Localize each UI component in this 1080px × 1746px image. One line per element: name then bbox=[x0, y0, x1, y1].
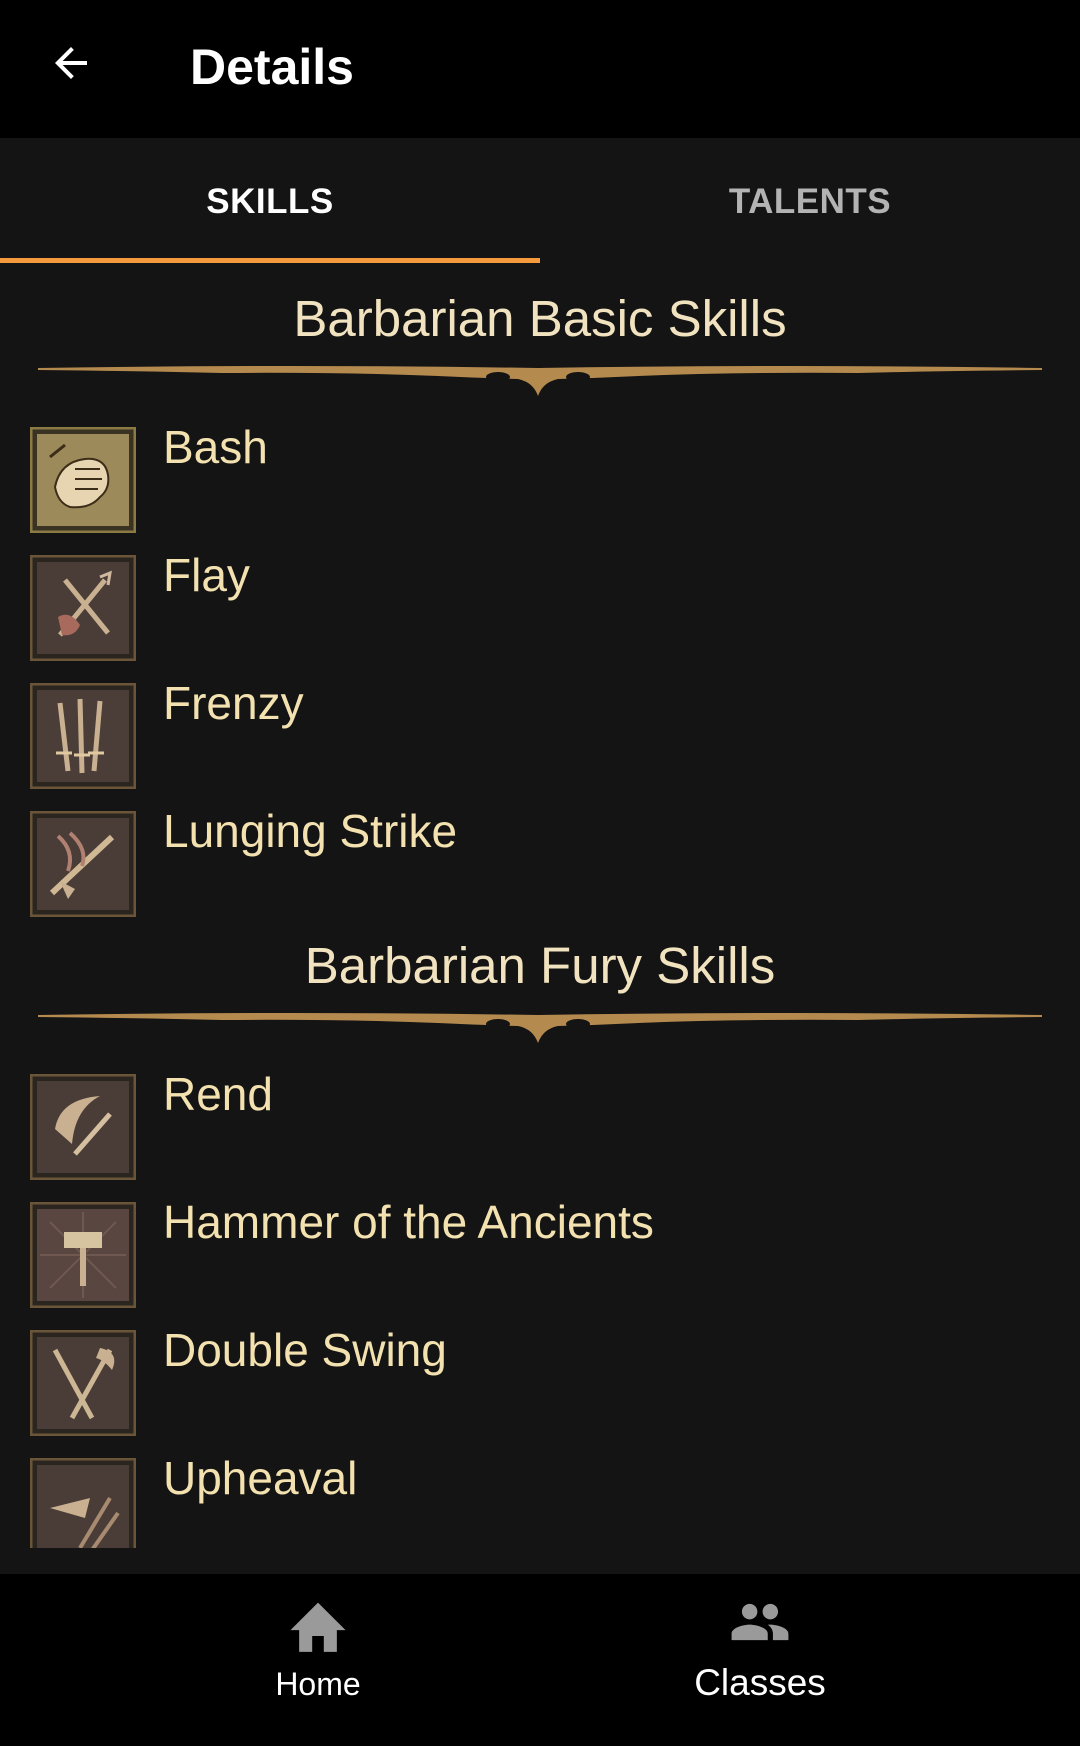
skill-name: Upheaval bbox=[163, 1452, 358, 1504]
active-tab-indicator bbox=[0, 258, 540, 263]
home-icon bbox=[290, 1602, 346, 1652]
skill-row-rend[interactable]: Rend bbox=[0, 1058, 1080, 1186]
frenzy-icon bbox=[30, 683, 136, 789]
double-swing-icon bbox=[30, 1330, 136, 1436]
section-title: Barbarian Fury Skills bbox=[304, 937, 776, 994]
nav-label: Classes bbox=[694, 1662, 826, 1703]
people-icon bbox=[731, 1603, 789, 1641]
skill-name: Flay bbox=[163, 549, 250, 601]
skill-row-lunging-strike[interactable]: Lunging Strike bbox=[0, 795, 1080, 923]
skill-row-double-swing[interactable]: Double Swing bbox=[0, 1314, 1080, 1442]
tab-skills[interactable]: SKILLS bbox=[0, 138, 540, 266]
skill-name: Hammer of the Ancients bbox=[163, 1196, 654, 1248]
skill-name: Lunging Strike bbox=[163, 805, 458, 857]
arrow-back-icon bbox=[55, 47, 87, 79]
skill-row-hammer-of-the-ancients[interactable]: Hammer of the Ancients bbox=[0, 1186, 1080, 1314]
section-header-fury: Barbarian Fury Skills bbox=[0, 913, 1080, 1043]
page-title: Details bbox=[190, 39, 354, 95]
skills-list[interactable]: Barbarian Basic Skills Bash Flay Frenzy … bbox=[0, 266, 1080, 1548]
upheaval-icon bbox=[30, 1458, 136, 1548]
lunging-strike-icon bbox=[30, 811, 136, 917]
skill-name: Double Swing bbox=[163, 1324, 447, 1376]
tab-talents[interactable]: TALENTS bbox=[540, 138, 1080, 266]
hammer-icon bbox=[30, 1202, 136, 1308]
fist-icon bbox=[30, 427, 136, 533]
back-button[interactable] bbox=[36, 28, 106, 98]
skill-name: Bash bbox=[163, 421, 268, 473]
skill-name: Frenzy bbox=[163, 677, 304, 729]
skill-row-flay[interactable]: Flay bbox=[0, 539, 1080, 667]
skill-name: Rend bbox=[163, 1068, 273, 1120]
ornate-divider bbox=[38, 366, 1042, 396]
skill-row-bash[interactable]: Bash bbox=[0, 411, 1080, 539]
bottom-navigation: Home Classes bbox=[0, 1574, 1080, 1746]
ornate-divider bbox=[38, 1013, 1042, 1043]
rend-icon bbox=[30, 1074, 136, 1180]
top-app-bar: Details bbox=[0, 0, 1080, 138]
skill-row-frenzy[interactable]: Frenzy bbox=[0, 667, 1080, 795]
tab-bar: SKILLS TALENTS bbox=[0, 138, 1080, 266]
skill-row-upheaval[interactable]: Upheaval bbox=[0, 1442, 1080, 1548]
nav-classes[interactable]: Classes bbox=[490, 1574, 1030, 1746]
section-header-basic: Barbarian Basic Skills bbox=[0, 266, 1080, 396]
section-title: Barbarian Basic Skills bbox=[293, 290, 787, 347]
flay-icon bbox=[30, 555, 136, 661]
